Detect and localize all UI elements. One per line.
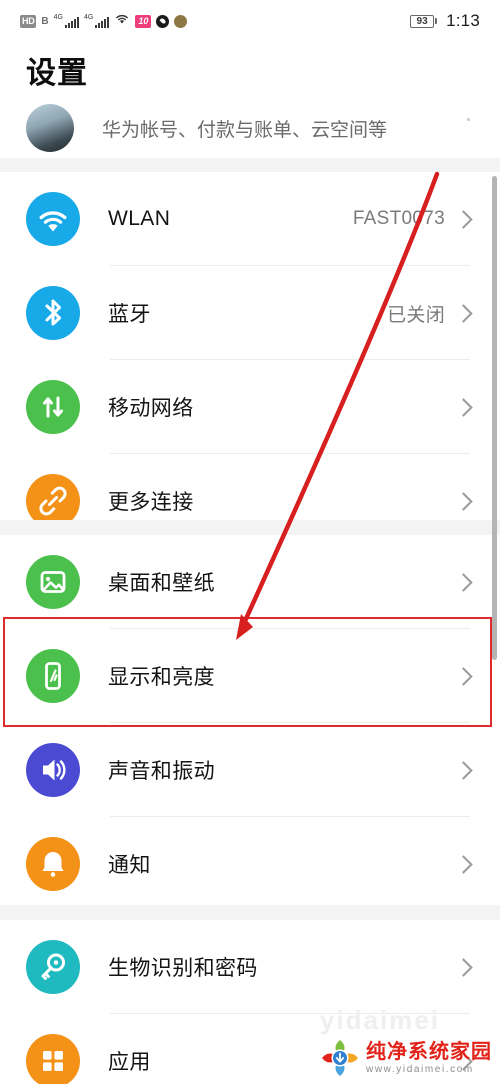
bluetooth-icon	[26, 286, 80, 340]
avatar	[26, 104, 74, 152]
settings-row-value: FAST0073	[352, 208, 445, 229]
status-bar-left-icons: HD B 4G 4G 10	[20, 12, 188, 30]
settings-row-sound-vibration[interactable]: 声音和振动	[0, 723, 500, 817]
watermark: 纯净系统家园 www.yidaimei.com	[320, 1038, 492, 1078]
watermark-site-url: www.yidaimei.com	[366, 1063, 474, 1075]
sim2-network-type: 4G	[83, 14, 94, 21]
water-drop-icon	[156, 14, 170, 28]
chevron-right-icon	[454, 666, 473, 686]
settings-row-notifications[interactable]: 通知	[0, 817, 500, 911]
section-gap	[0, 158, 500, 172]
clock: 1:13	[446, 11, 480, 30]
settings-group-display: 桌面和壁纸 显示和亮度 声音和振动 通知	[0, 535, 500, 911]
settings-group-connectivity: WLAN FAST0073 蓝牙 已关闭 移动网络 更多连接	[0, 172, 500, 548]
chevron-right-icon	[454, 209, 473, 229]
settings-row-wlan[interactable]: WLAN FAST0073	[0, 172, 500, 266]
settings-row-label: 蓝牙	[108, 303, 151, 326]
settings-row-label: 声音和振动	[108, 760, 215, 783]
settings-row-label: 更多连接	[108, 491, 194, 514]
key-icon	[26, 940, 80, 994]
grid-icon	[26, 1034, 80, 1084]
page-title: 设置	[26, 57, 88, 90]
battery-icon: 93	[410, 14, 438, 28]
sim1-network-type: 4G	[53, 14, 63, 21]
volte-icon: B	[41, 15, 49, 27]
chevron-right-icon	[454, 303, 473, 323]
settings-row-biometrics-password[interactable]: 生物识别和密码	[0, 920, 500, 1014]
image-icon	[26, 555, 80, 609]
chevron-right-icon	[454, 491, 473, 511]
settings-row-label: 移动网络	[108, 397, 194, 420]
watermark-text: 纯净系统家园 www.yidaimei.com	[366, 1042, 492, 1075]
settings-row-bluetooth[interactable]: 蓝牙 已关闭	[0, 266, 500, 360]
settings-row-label: 桌面和壁纸	[108, 572, 215, 595]
wifi-icon	[26, 192, 80, 246]
wifi-icon	[114, 12, 130, 30]
chevron-right-icon	[454, 854, 473, 874]
chevron-right-icon	[454, 572, 473, 592]
data-transfer-icon	[26, 380, 80, 434]
chevron-right-icon	[454, 397, 473, 417]
settings-row-label: 通知	[108, 854, 151, 877]
settings-row-display-brightness[interactable]: 显示和亮度	[0, 629, 500, 723]
watermark-site-name: 纯净系统家园	[366, 1040, 492, 1063]
watermark-logo-icon	[322, 1040, 358, 1076]
phone-brightness-icon	[26, 649, 80, 703]
settings-row-home-wallpaper[interactable]: 桌面和壁纸	[0, 535, 500, 629]
speaker-icon	[26, 743, 80, 797]
battery-cap	[435, 18, 438, 24]
settings-row-label: 生物识别和密码	[108, 957, 258, 980]
account-chevron-icon	[467, 118, 470, 121]
settings-row-label: 显示和亮度	[108, 666, 215, 689]
settings-row-label: WLAN	[108, 207, 171, 230]
vertical-scrollbar[interactable]	[492, 176, 497, 660]
face-icon	[174, 14, 188, 28]
battery-percent: 93	[410, 14, 435, 28]
section-gap	[0, 520, 500, 535]
settings-row-value: 已关闭	[387, 304, 445, 326]
account-subtitle: 华为帐号、付款与账单、云空间等	[102, 119, 388, 141]
chevron-right-icon	[454, 957, 473, 977]
section-gap	[0, 905, 500, 920]
app-badge-icon: 10	[135, 14, 152, 28]
account-row[interactable]: 华为帐号、付款与账单、云空间等	[0, 100, 500, 156]
phone-screen: HD B 4G 4G 10 93 1:13 设置 华为帐号、付款与账单、云空间等…	[0, 0, 500, 1084]
sim2-signal-icon: 4G	[83, 14, 110, 28]
hd-icon: HD	[20, 14, 37, 28]
settings-row-mobile-network[interactable]: 移动网络	[0, 360, 500, 454]
chevron-right-icon	[454, 760, 473, 780]
sim1-signal-icon: 4G	[54, 14, 79, 28]
status-bar: HD B 4G 4G 10 93 1:13	[0, 0, 500, 42]
bell-icon	[26, 837, 80, 891]
watermark-ghost-text: yidaimei	[319, 1005, 440, 1035]
status-bar-right-icons: 93 1:13	[410, 11, 480, 31]
